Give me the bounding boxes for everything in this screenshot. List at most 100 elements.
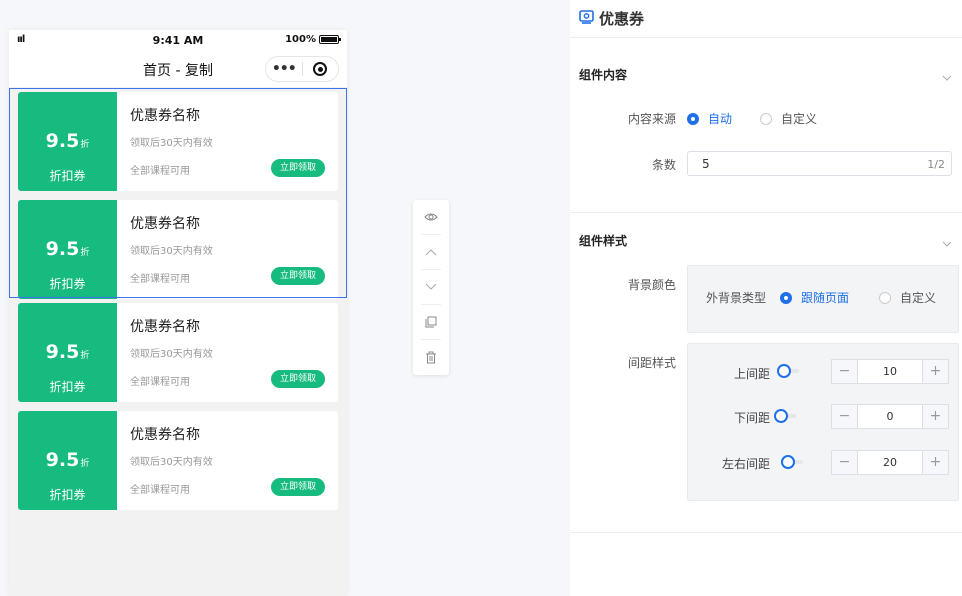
stepper-value[interactable]: 10: [858, 360, 922, 383]
battery-status: 100%: [285, 34, 341, 45]
coupon-validity: 领取后30天内有效: [130, 138, 213, 149]
panel-title: 优惠券: [599, 10, 645, 28]
claim-button[interactable]: 立即领取: [271, 159, 325, 177]
bg-radio-custom[interactable]: 自定义: [879, 289, 936, 306]
bg-type-label: 外背景类型: [706, 291, 767, 305]
source-radio-auto[interactable]: 自动: [687, 110, 732, 127]
top-spacing-slider[interactable]: [777, 364, 799, 378]
coupon-type: 折扣券: [49, 488, 86, 502]
coupon-value: 9.5: [45, 449, 80, 471]
increment-button[interactable]: +: [922, 405, 948, 428]
claim-button[interactable]: 立即领取: [271, 478, 325, 496]
coupon-card[interactable]: 9.5折 折扣券 优惠券名称 领取后30天内有效 全部课程可用 立即领取: [18, 303, 338, 402]
section-divider: [570, 532, 962, 533]
radio-checked-icon: [687, 112, 699, 125]
coupon-type: 折扣券: [49, 380, 86, 394]
claim-button[interactable]: 立即领取: [271, 370, 325, 388]
phone-preview: ııl 9:41 AM 100% 首页 - 复制 ••• 9.5折 折扣券 优惠…: [9, 30, 347, 596]
top-spacing-label: 上间距: [733, 367, 770, 381]
coupon-name: 优惠券名称: [130, 427, 200, 443]
coupon-name: 优惠券名称: [130, 319, 200, 335]
side-spacing-label: 左右间距: [721, 457, 770, 471]
spacing-settings-box: 上间距 − 10 + 下间距 − 0 + 左右间距 − 20 +: [687, 343, 959, 501]
slider-handle[interactable]: [774, 409, 788, 423]
decrement-button[interactable]: −: [832, 405, 858, 428]
slider-handle[interactable]: [777, 364, 791, 378]
coupon-badge: 9.5折 折扣券: [18, 200, 117, 299]
decrement-button[interactable]: −: [832, 451, 858, 474]
eye-icon[interactable]: [413, 200, 449, 234]
battery-icon: [319, 35, 341, 44]
bottom-spacing-label: 下间距: [733, 411, 770, 425]
battery-percent: 100%: [285, 34, 316, 45]
copy-icon[interactable]: [413, 305, 449, 339]
increment-button[interactable]: +: [922, 451, 948, 474]
status-bar: ııl 9:41 AM 100%: [9, 30, 347, 52]
coupon-badge: 9.5折 折扣券: [18, 92, 117, 191]
coupon-unit: 折: [80, 351, 90, 361]
count-value: 5: [702, 157, 710, 171]
coupon-scope: 全部课程可用: [130, 377, 190, 388]
coupon-value: 9.5: [45, 238, 80, 260]
coupon-scope: 全部课程可用: [130, 485, 190, 496]
arrow-down-icon[interactable]: [413, 270, 449, 304]
stepper-value[interactable]: 20: [858, 451, 922, 474]
coupon-validity: 领取后30天内有效: [130, 246, 213, 257]
settings-panel: 优惠券 组件内容 内容来源 自动 自定义 条数 5 1/2 组件样式 背景颜色 …: [570, 0, 962, 596]
slider-handle[interactable]: [781, 455, 795, 469]
count-label: 条数: [651, 158, 676, 172]
chevron-down-icon[interactable]: [942, 66, 952, 85]
decrement-button[interactable]: −: [832, 360, 858, 383]
count-limit: 1/2: [927, 158, 945, 171]
source-radio-custom[interactable]: 自定义: [760, 110, 817, 127]
coupon-name: 优惠券名称: [130, 216, 200, 232]
bg-color-label: 背景颜色: [627, 278, 676, 292]
more-menu-icon[interactable]: •••: [266, 59, 302, 79]
count-input[interactable]: 5 1/2: [687, 151, 952, 176]
bottom-spacing-stepper[interactable]: − 0 +: [831, 404, 949, 429]
bg-settings-box: 外背景类型 跟随页面 自定义: [687, 265, 959, 333]
coupon-card[interactable]: 9.5折 折扣券 优惠券名称 领取后30天内有效 全部课程可用 立即领取: [18, 200, 338, 299]
component-toolbar: [413, 200, 449, 375]
arrow-up-icon[interactable]: [413, 235, 449, 269]
bg-radio-follow[interactable]: 跟随页面: [780, 289, 849, 306]
nav-bar: 首页 - 复制 •••: [9, 52, 347, 87]
coupon-name: 优惠券名称: [130, 108, 200, 124]
claim-button[interactable]: 立即领取: [271, 267, 325, 285]
spacing-label: 间距样式: [627, 356, 676, 370]
side-spacing-slider[interactable]: [781, 455, 803, 469]
chevron-down-icon[interactable]: [942, 232, 952, 251]
coupon-scope: 全部课程可用: [130, 274, 190, 285]
section-divider: [570, 212, 962, 213]
coupon-badge: 9.5折 折扣券: [18, 411, 117, 510]
section-title: 组件样式: [579, 234, 628, 248]
side-spacing-stepper[interactable]: − 20 +: [831, 450, 949, 475]
source-label: 内容来源: [627, 112, 676, 126]
coupon-type: 折扣券: [49, 169, 86, 183]
radio-unchecked-icon: [760, 112, 772, 125]
coupon-scope: 全部课程可用: [130, 166, 190, 177]
coupon-icon: [579, 9, 594, 28]
coupon-unit: 折: [80, 248, 90, 258]
coupon-value: 9.5: [45, 130, 80, 152]
increment-button[interactable]: +: [922, 360, 948, 383]
trash-icon[interactable]: [413, 340, 449, 374]
top-spacing-stepper[interactable]: − 10 +: [831, 359, 949, 384]
panel-header: 优惠券: [570, 0, 962, 38]
radio-unchecked-icon: [879, 291, 891, 304]
coupon-unit: 折: [80, 459, 90, 469]
section-style-header[interactable]: 组件样式: [579, 230, 952, 250]
close-target-icon[interactable]: [303, 62, 339, 76]
coupon-type: 折扣券: [49, 277, 86, 291]
coupon-card[interactable]: 9.5折 折扣券 优惠券名称 领取后30天内有效 全部课程可用 立即领取: [18, 92, 338, 191]
section-title: 组件内容: [579, 68, 628, 82]
mini-program-capsule: •••: [265, 56, 339, 82]
coupon-card[interactable]: 9.5折 折扣券 优惠券名称 领取后30天内有效 全部课程可用 立即领取: [18, 411, 338, 510]
coupon-badge: 9.5折 折扣券: [18, 303, 117, 402]
coupon-unit: 折: [80, 140, 90, 150]
radio-checked-icon: [780, 291, 792, 304]
bottom-spacing-slider[interactable]: [774, 409, 796, 423]
section-content-header[interactable]: 组件内容: [579, 64, 952, 84]
stepper-value[interactable]: 0: [858, 405, 922, 428]
coupon-validity: 领取后30天内有效: [130, 457, 213, 468]
